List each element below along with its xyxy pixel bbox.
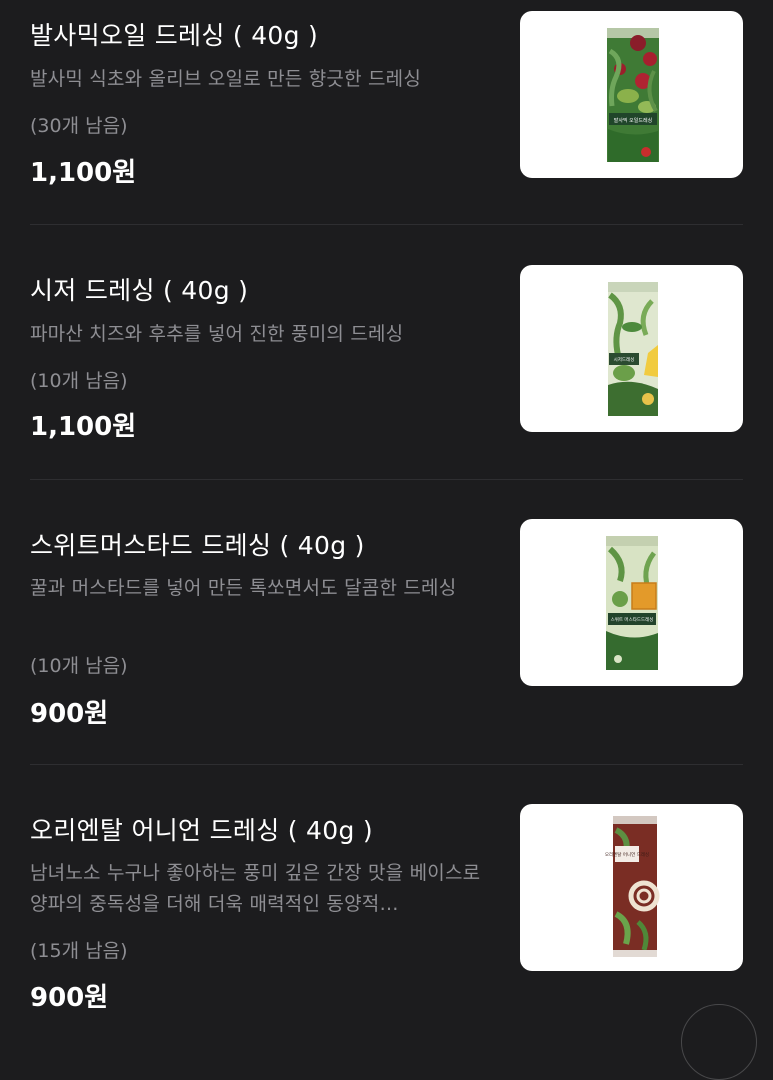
item-name: 발사믹오일 드레싱 ( 40g ) bbox=[30, 21, 319, 50]
dressing-pouch-image: 시저드레싱 bbox=[608, 282, 658, 416]
item-thumbnail[interactable]: 발사믹 오일드레싱 bbox=[520, 11, 743, 178]
scroll-to-top-button[interactable] bbox=[681, 1004, 757, 1080]
item-name: 스위트머스타드 드레싱 ( 40g ) bbox=[30, 531, 365, 560]
dressing-pouch-image: 오리엔탈 어니언 드레싱 bbox=[605, 816, 660, 957]
item-name: 시저 드레싱 ( 40g ) bbox=[30, 276, 249, 305]
item-stock: (30개 남음) bbox=[30, 115, 128, 137]
item-description: 남녀노소 누구나 좋아하는 풍미 깊은 간장 맛을 베이스로 양파의 중독성을 … bbox=[30, 862, 487, 915]
package-label: 발사믹 오일드레싱 bbox=[614, 117, 652, 124]
package-label: 스위트 머스타드드레싱 bbox=[611, 616, 654, 623]
item-description: 파마산 치즈와 후추를 넣어 진한 풍미의 드레싱 bbox=[30, 323, 404, 345]
item-description: 꿀과 머스타드를 넣어 만든 톡쏘면서도 달콤한 드레싱 bbox=[30, 577, 457, 599]
item-stock: (15개 남음) bbox=[30, 940, 128, 962]
item-stock: (10개 남음) bbox=[30, 655, 128, 677]
item-price: 1,100원 bbox=[30, 412, 137, 442]
item-stock: (10개 남음) bbox=[30, 370, 128, 392]
dressing-pouch-image: 스위트 머스타드드레싱 bbox=[606, 536, 658, 670]
menu-item[interactable]: 시저 드레싱 ( 40g ) 파마산 치즈와 후추를 넣어 진한 풍미의 드레싱… bbox=[0, 225, 773, 479]
item-description: 발사믹 식초와 올리브 오일로 만든 향긋한 드레싱 bbox=[30, 68, 422, 90]
dressing-pouch-image: 발사믹 오일드레싱 bbox=[607, 28, 659, 162]
menu-item[interactable]: 스위트머스타드 드레싱 ( 40g ) 꿀과 머스타드를 넣어 만든 톡쏘면서도… bbox=[0, 480, 773, 764]
item-name: 오리엔탈 어니언 드레싱 ( 40g ) bbox=[30, 816, 373, 845]
item-price: 900원 bbox=[30, 983, 109, 1013]
item-price: 900원 bbox=[30, 699, 109, 729]
item-thumbnail[interactable]: 오리엔탈 어니언 드레싱 bbox=[520, 804, 743, 971]
item-thumbnail[interactable]: 시저드레싱 bbox=[520, 265, 743, 432]
menu-item[interactable]: 오리엔탈 어니언 드레싱 ( 40g ) 남녀노소 누구나 좋아하는 풍미 깊은… bbox=[0, 765, 773, 1026]
menu-item[interactable]: 발사믹오일 드레싱 ( 40g ) 발사믹 식초와 올리브 오일로 만든 향긋한… bbox=[0, 0, 773, 224]
package-label: 시저드레싱 bbox=[614, 356, 635, 363]
package-label: 오리엔탈 어니언 드레싱 bbox=[605, 851, 649, 858]
item-price: 1,100원 bbox=[30, 158, 137, 188]
item-thumbnail[interactable]: 스위트 머스타드드레싱 bbox=[520, 519, 743, 686]
